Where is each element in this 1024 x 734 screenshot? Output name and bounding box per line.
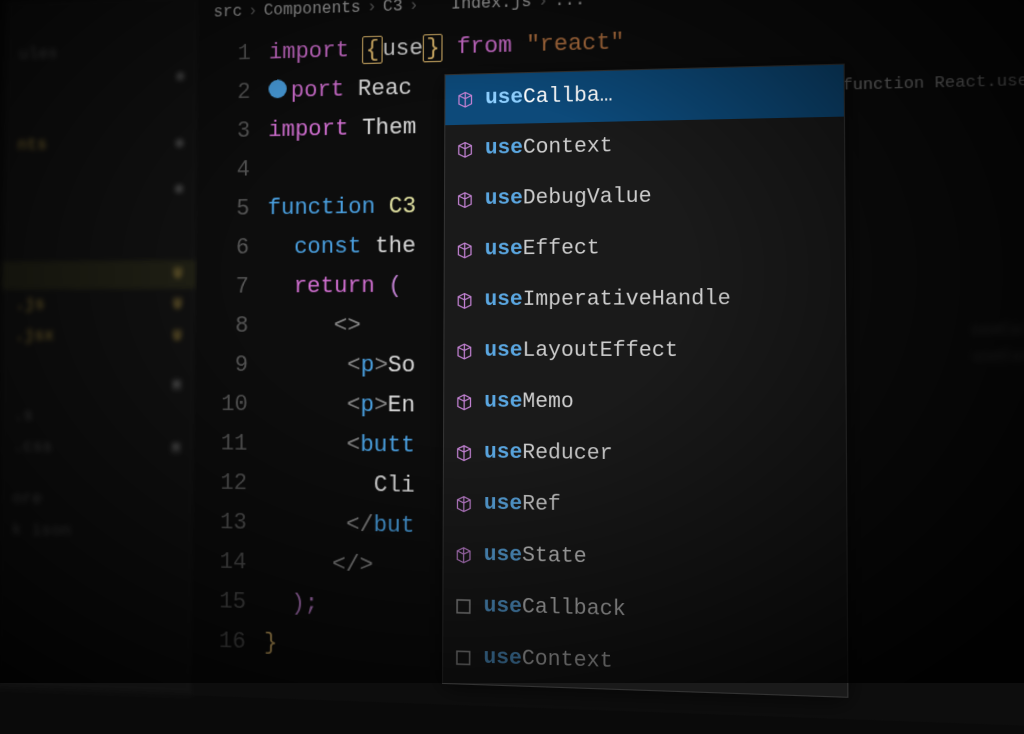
autocomplete-item[interactable]: useLayoutEffect — [444, 326, 845, 379]
autocomplete-label: useContext — [483, 638, 612, 683]
untracked-badge: U — [173, 328, 182, 344]
autocomplete-label: useCallba… — [485, 76, 613, 119]
method-cube-icon — [454, 494, 473, 513]
breadcrumb-segment[interactable]: Components — [264, 0, 361, 20]
autocomplete-label: useRef — [484, 484, 561, 526]
sidebar-item[interactable]: M — [0, 372, 195, 401]
method-cube-icon — [455, 393, 474, 412]
autocomplete-item[interactable]: useReducer — [444, 428, 846, 484]
autocomplete-label: useMemo — [484, 382, 574, 423]
method-cube-icon — [455, 241, 474, 260]
breadcrumb-segment[interactable]: C3 — [383, 0, 403, 16]
untracked-badge: U — [174, 266, 182, 282]
untracked-badge: U — [173, 296, 182, 312]
breadcrumb-segment[interactable]: src — [213, 2, 242, 21]
modified-badge: M — [173, 379, 182, 395]
method-cube-icon — [455, 191, 474, 210]
snippet-icon — [454, 597, 473, 617]
sidebar-item[interactable]: nts — [4, 127, 198, 162]
lightbulb-icon[interactable] — [269, 80, 287, 99]
chevron-right-icon: › — [248, 2, 258, 21]
method-cube-icon — [454, 443, 473, 462]
chevron-right-icon: › — [538, 0, 548, 11]
inline-hints: useCallback useContext — [972, 317, 1024, 371]
sidebar-item[interactable]: k ison — [0, 515, 194, 551]
chevron-right-icon: › — [409, 0, 419, 15]
modified-badge: M — [172, 441, 181, 458]
modified-dot-icon — [176, 138, 184, 146]
autocomplete-item[interactable]: useContext — [443, 632, 847, 697]
sidebar-item[interactable]: ore — [0, 483, 194, 518]
autocomplete-label: useContext — [485, 127, 613, 169]
autocomplete-item[interactable]: useImperativeHandle — [445, 273, 846, 326]
sidebar-item[interactable]: .jsU — [1, 289, 195, 321]
autocomplete-item[interactable]: useContext — [445, 117, 844, 176]
line-number-gutter: 12345678910111213141516 — [193, 34, 269, 663]
autocomplete-item[interactable]: useCallba… — [445, 65, 844, 126]
autocomplete-item[interactable]: useMemo — [444, 377, 846, 431]
autocomplete-item[interactable]: useRef — [444, 478, 847, 537]
method-cube-icon — [456, 140, 475, 159]
code-area[interactable]: 12345678910111213141516 import {use} fro… — [193, 4, 1024, 690]
file-explorer-sidebar[interactable]: ules nts U .jsU .jsxU M .s .cssM ore k i… — [0, 0, 200, 695]
autocomplete-label: useState — [484, 535, 587, 578]
sidebar-item[interactable]: .cssM — [0, 432, 194, 466]
autocomplete-label: useCallback — [484, 587, 626, 632]
autocomplete-item[interactable]: useEffect — [445, 221, 845, 276]
workspace: ules nts U .jsU .jsxU M .s .cssM ore k i… — [0, 0, 1024, 728]
method-cube-icon — [455, 342, 474, 361]
code-editor[interactable]: src › Components › C3 › Index.js › ... 1… — [193, 0, 1024, 728]
snippet-icon — [454, 648, 473, 668]
method-cube-icon — [456, 90, 475, 109]
autocomplete-item[interactable]: useDebugValue — [445, 169, 845, 226]
chevron-right-icon: › — [367, 0, 377, 17]
code-content[interactable]: import {use} from "react" port Reac impo… — [264, 8, 1024, 690]
autocomplete-label: useDebugValue — [485, 177, 652, 220]
sidebar-item[interactable]: .s — [0, 400, 195, 433]
sidebar-item[interactable] — [3, 178, 197, 201]
sidebar-item-selected[interactable]: U — [2, 260, 196, 290]
modified-dot-icon — [175, 185, 183, 193]
method-cube-icon — [455, 291, 474, 310]
autocomplete-popup[interactable]: useCallba… useContext useDebugValue useEffe… — [442, 64, 848, 698]
autocomplete-label: useLayoutEffect — [484, 331, 678, 372]
autocomplete-label: useReducer — [484, 433, 613, 475]
sidebar-item[interactable]: .jsxU — [1, 320, 196, 352]
modified-dot-icon — [176, 72, 184, 80]
breadcrumb-segment: ... — [554, 0, 585, 10]
method-cube-icon — [454, 545, 473, 565]
breadcrumb-segment[interactable]: Index.js — [451, 0, 532, 14]
autocomplete-label: useImperativeHandle — [484, 279, 730, 321]
autocomplete-label: useEffect — [485, 229, 600, 270]
